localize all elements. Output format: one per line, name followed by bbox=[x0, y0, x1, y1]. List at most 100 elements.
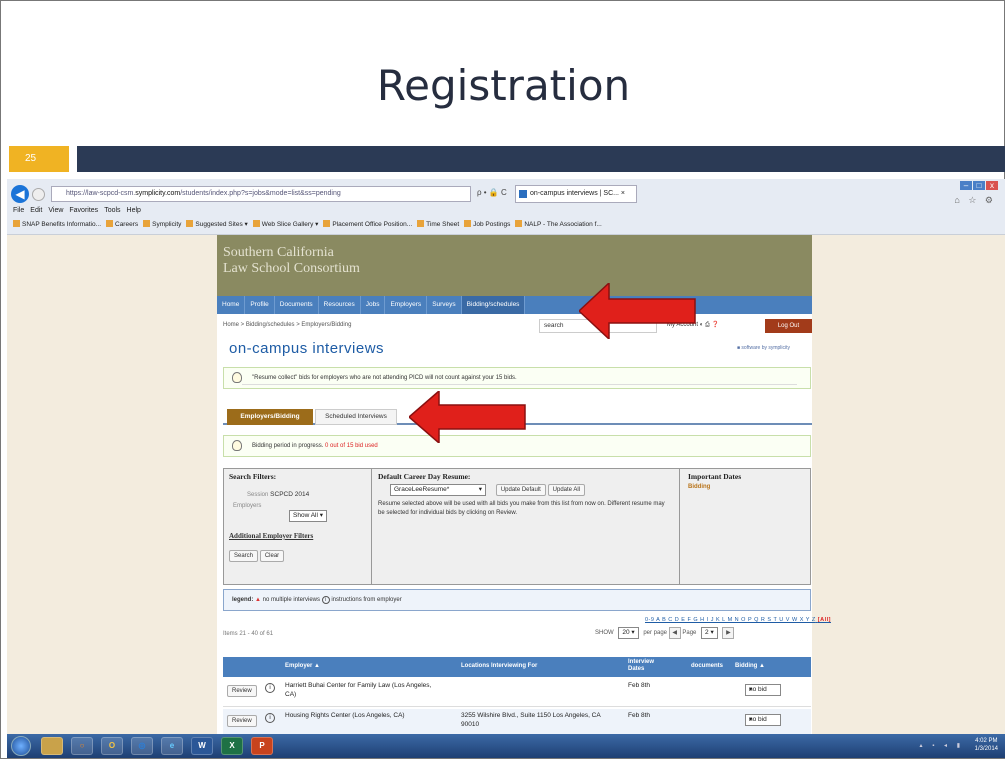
legend-item1: no multiple interviews bbox=[262, 597, 320, 603]
clear-button[interactable]: Clear bbox=[259, 550, 285, 562]
page-icon bbox=[106, 220, 113, 227]
slide-header-bar bbox=[77, 146, 1005, 172]
employers-select-value: Show All bbox=[293, 512, 318, 519]
powerpoint-icon[interactable]: P bbox=[251, 737, 273, 755]
legend-bar: legend: ▲ no multiple interviews i instr… bbox=[223, 589, 811, 611]
forward-button[interactable] bbox=[32, 188, 45, 201]
outlook-icon[interactable]: ◎ bbox=[131, 737, 153, 755]
fav-item[interactable]: Careers bbox=[106, 220, 138, 228]
fav-item[interactable]: Time Sheet bbox=[417, 220, 459, 228]
nav-employers[interactable]: Employers bbox=[385, 296, 428, 314]
page-select[interactable]: 2 ▾ bbox=[701, 627, 718, 639]
employer-name[interactable]: Housing Rights Center (Los Angeles, CA) bbox=[285, 712, 405, 719]
nav-documents[interactable]: Documents bbox=[275, 296, 319, 314]
start-button[interactable] bbox=[11, 736, 31, 756]
additional-filters-link[interactable]: Additional Employer Filters bbox=[229, 532, 313, 540]
bid-select[interactable]: no bid ▾ bbox=[745, 714, 781, 726]
explorer-icon[interactable] bbox=[41, 737, 63, 755]
browser-tab-title: on-campus interviews | SC... bbox=[530, 190, 619, 197]
slide-number: 25 bbox=[9, 146, 69, 172]
menu-tools[interactable]: Tools bbox=[104, 207, 120, 214]
excel-icon[interactable]: X bbox=[221, 737, 243, 755]
browser-tab[interactable]: on-campus interviews | SC... × bbox=[515, 185, 637, 203]
logout-button[interactable]: Log Out bbox=[765, 319, 812, 333]
menu-edit[interactable]: Edit bbox=[30, 207, 42, 214]
resume-collect-notice: "Resume collect" bids for employers who … bbox=[223, 367, 811, 389]
home-favorites-settings-icons[interactable]: ⌂ ☆ ⚙ bbox=[954, 195, 996, 206]
nav-jobs[interactable]: Jobs bbox=[361, 296, 386, 314]
breadcrumb: Home > Bidding/schedules > Employers/Bid… bbox=[223, 322, 352, 328]
show-select[interactable]: 20 ▾ bbox=[618, 627, 639, 639]
employer-name-cont: CA) bbox=[285, 691, 297, 698]
col-documents[interactable]: documents bbox=[691, 663, 723, 669]
red-arrow-tabs bbox=[409, 391, 526, 443]
info-icon[interactable]: i bbox=[265, 713, 275, 723]
ie-icon[interactable]: e bbox=[161, 737, 183, 755]
system-tray-icons[interactable]: ▴ ▪ ◂ ▮ bbox=[920, 742, 964, 749]
col-bidding[interactable]: Bidding ▲ bbox=[735, 663, 765, 669]
close-button[interactable]: x bbox=[986, 181, 998, 190]
page-select-value: 2 bbox=[705, 629, 709, 636]
address-domain: symplicity.com bbox=[135, 190, 181, 197]
location-cont: 90010 bbox=[461, 721, 480, 728]
address-bar[interactable]: https://law-scpcd-csm.symplicity.com/stu… bbox=[51, 186, 471, 202]
prev-page-button[interactable]: ◀ bbox=[668, 627, 681, 639]
info-icon[interactable]: i bbox=[265, 683, 275, 693]
menu-file[interactable]: File bbox=[13, 207, 24, 214]
alpha-all[interactable]: [All] bbox=[818, 617, 831, 623]
fav-item[interactable]: NALP - The Association f... bbox=[515, 220, 602, 228]
fav-item[interactable]: Placement Office Position... bbox=[323, 220, 412, 228]
menu-favorites[interactable]: Favorites bbox=[69, 207, 98, 214]
address-bar-icons[interactable]: ρ • 🔒 C bbox=[477, 188, 507, 197]
web-page: Southern California Law School Consortiu… bbox=[217, 235, 830, 745]
col-employer[interactable]: Employer ▲ bbox=[285, 663, 320, 669]
dates-bidding[interactable]: Bidding bbox=[688, 484, 802, 490]
nav-home[interactable]: Home bbox=[217, 296, 246, 314]
menu-help[interactable]: Help bbox=[127, 207, 141, 214]
back-button[interactable]: ◀ bbox=[11, 185, 29, 203]
clock[interactable]: 4:02 PM 1/3/2014 bbox=[975, 737, 998, 753]
nav-profile[interactable]: Profile bbox=[245, 296, 275, 314]
bid-select[interactable]: no bid ▾ bbox=[745, 684, 781, 696]
fav-item[interactable]: Web Slice Gallery ▾ bbox=[252, 220, 318, 228]
col-interview-dates[interactable]: Interview Dates bbox=[628, 659, 668, 673]
review-button[interactable]: Review bbox=[227, 715, 257, 727]
tab-scheduled-interviews[interactable]: Scheduled Interviews bbox=[315, 409, 397, 425]
fav-item[interactable]: SNAP Benefits Informatio... bbox=[13, 220, 101, 228]
chrome-icon[interactable]: O bbox=[101, 737, 123, 755]
divider bbox=[242, 384, 797, 385]
notice-text: "Resume collect" bids for employers who … bbox=[252, 375, 517, 381]
next-page-button[interactable]: ▶ bbox=[722, 627, 735, 639]
alpha-filter[interactable]: 0-9 A B C D E F G H I J K L M N O P Q R … bbox=[645, 617, 831, 623]
update-default-button[interactable]: Update Default bbox=[495, 484, 546, 496]
word-icon[interactable]: W bbox=[191, 737, 213, 755]
update-all-button[interactable]: Update All bbox=[547, 484, 586, 496]
employers-select[interactable]: Show All ▾ bbox=[289, 510, 328, 522]
tab-close-icon[interactable]: × bbox=[621, 190, 625, 197]
tab-employers-bidding[interactable]: Employers/Bidding bbox=[227, 409, 313, 425]
pager: SHOW 20 ▾ per page ◀ Page 2 ▾ ▶ bbox=[595, 627, 735, 639]
fav-item[interactable]: Job Postings bbox=[464, 220, 510, 228]
table-header: Employer ▲ Locations Interviewing For In… bbox=[223, 657, 811, 677]
address-prefix: https://law-scpcd-csm. bbox=[66, 190, 136, 197]
fav-item[interactable]: Symplicity bbox=[143, 220, 181, 228]
alpha-letters[interactable]: 0-9 A B C D E F G H I J K L M N O P Q R … bbox=[645, 617, 816, 623]
employer-name[interactable]: Harriett Buhai Center for Family Law (Lo… bbox=[285, 682, 431, 689]
fav-item[interactable]: Suggested Sites ▾ bbox=[186, 220, 248, 228]
review-button[interactable]: Review bbox=[227, 685, 257, 697]
account-icons[interactable]: ◐ ⎙ ❓ bbox=[700, 322, 719, 328]
nav-surveys[interactable]: Surveys bbox=[427, 296, 462, 314]
search-button[interactable]: Search bbox=[229, 550, 259, 562]
minimize-button[interactable]: – bbox=[960, 181, 972, 190]
nav-resources[interactable]: Resources bbox=[319, 296, 361, 314]
nav-bidding-schedules[interactable]: Bidding/schedules bbox=[461, 296, 526, 314]
software-by-symplicity[interactable]: ■ software by symplicity bbox=[737, 345, 790, 351]
info-icon: i bbox=[321, 596, 330, 604]
col-locations[interactable]: Locations Interviewing For bbox=[461, 663, 537, 669]
menu-view[interactable]: View bbox=[48, 207, 63, 214]
page-label: Page bbox=[682, 630, 697, 636]
resume-select[interactable]: GraceLeeResume* ▾ bbox=[390, 484, 486, 496]
firefox-icon[interactable]: ○ bbox=[71, 737, 93, 755]
page-icon bbox=[515, 220, 523, 227]
maximize-button[interactable]: □ bbox=[973, 181, 985, 190]
